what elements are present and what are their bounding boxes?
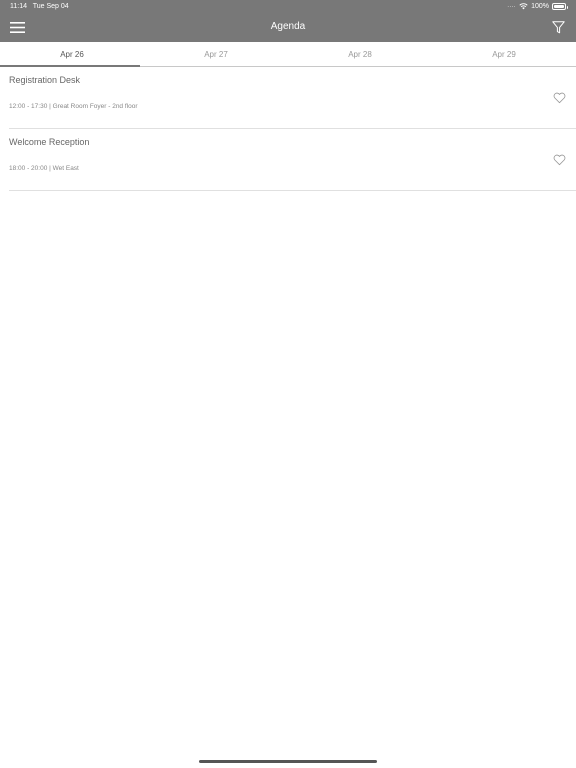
heart-outline-icon[interactable] [553,92,566,104]
wifi-icon [519,3,528,10]
status-bar: 11:14 Tue Sep 04 .... 100% [0,0,576,14]
tab-apr-29[interactable]: Apr 29 [432,42,576,66]
home-indicator[interactable] [199,760,377,763]
session-meta: 18:00 - 20:00 | Wet East [9,165,79,172]
tab-apr-28[interactable]: Apr 28 [288,42,432,66]
session-meta: 12:00 - 17:30 | Great Room Foyer - 2nd f… [9,103,138,110]
signal-icon: .... [507,3,517,9]
tab-apr-27[interactable]: Apr 27 [144,42,288,66]
battery-icon [552,2,568,10]
heart-outline-icon[interactable] [553,154,566,166]
session-item[interactable]: Registration Desk 12:00 - 17:30 | Great … [9,67,576,129]
session-list: Registration Desk 12:00 - 17:30 | Great … [0,67,576,191]
session-name: Registration Desk [9,75,81,85]
navigation-bar: Agenda [0,14,576,42]
status-date: Tue Sep 04 [32,3,69,10]
tab-apr-26[interactable]: Apr 26 [0,42,144,67]
filter-icon[interactable] [552,21,565,34]
battery-percent: 100% [531,2,549,10]
status-right: .... 100% [507,2,568,10]
page-title: Agenda [270,21,306,32]
session-item[interactable]: Welcome Reception 18:00 - 20:00 | Wet Ea… [9,129,576,191]
date-tabs: Apr 26 Apr 27 Apr 28 Apr 29 [0,42,576,67]
session-name: Welcome Reception [9,137,90,147]
status-time: 11:14 Tue Sep 04 [10,3,69,10]
status-clock: 11:14 [10,3,27,10]
